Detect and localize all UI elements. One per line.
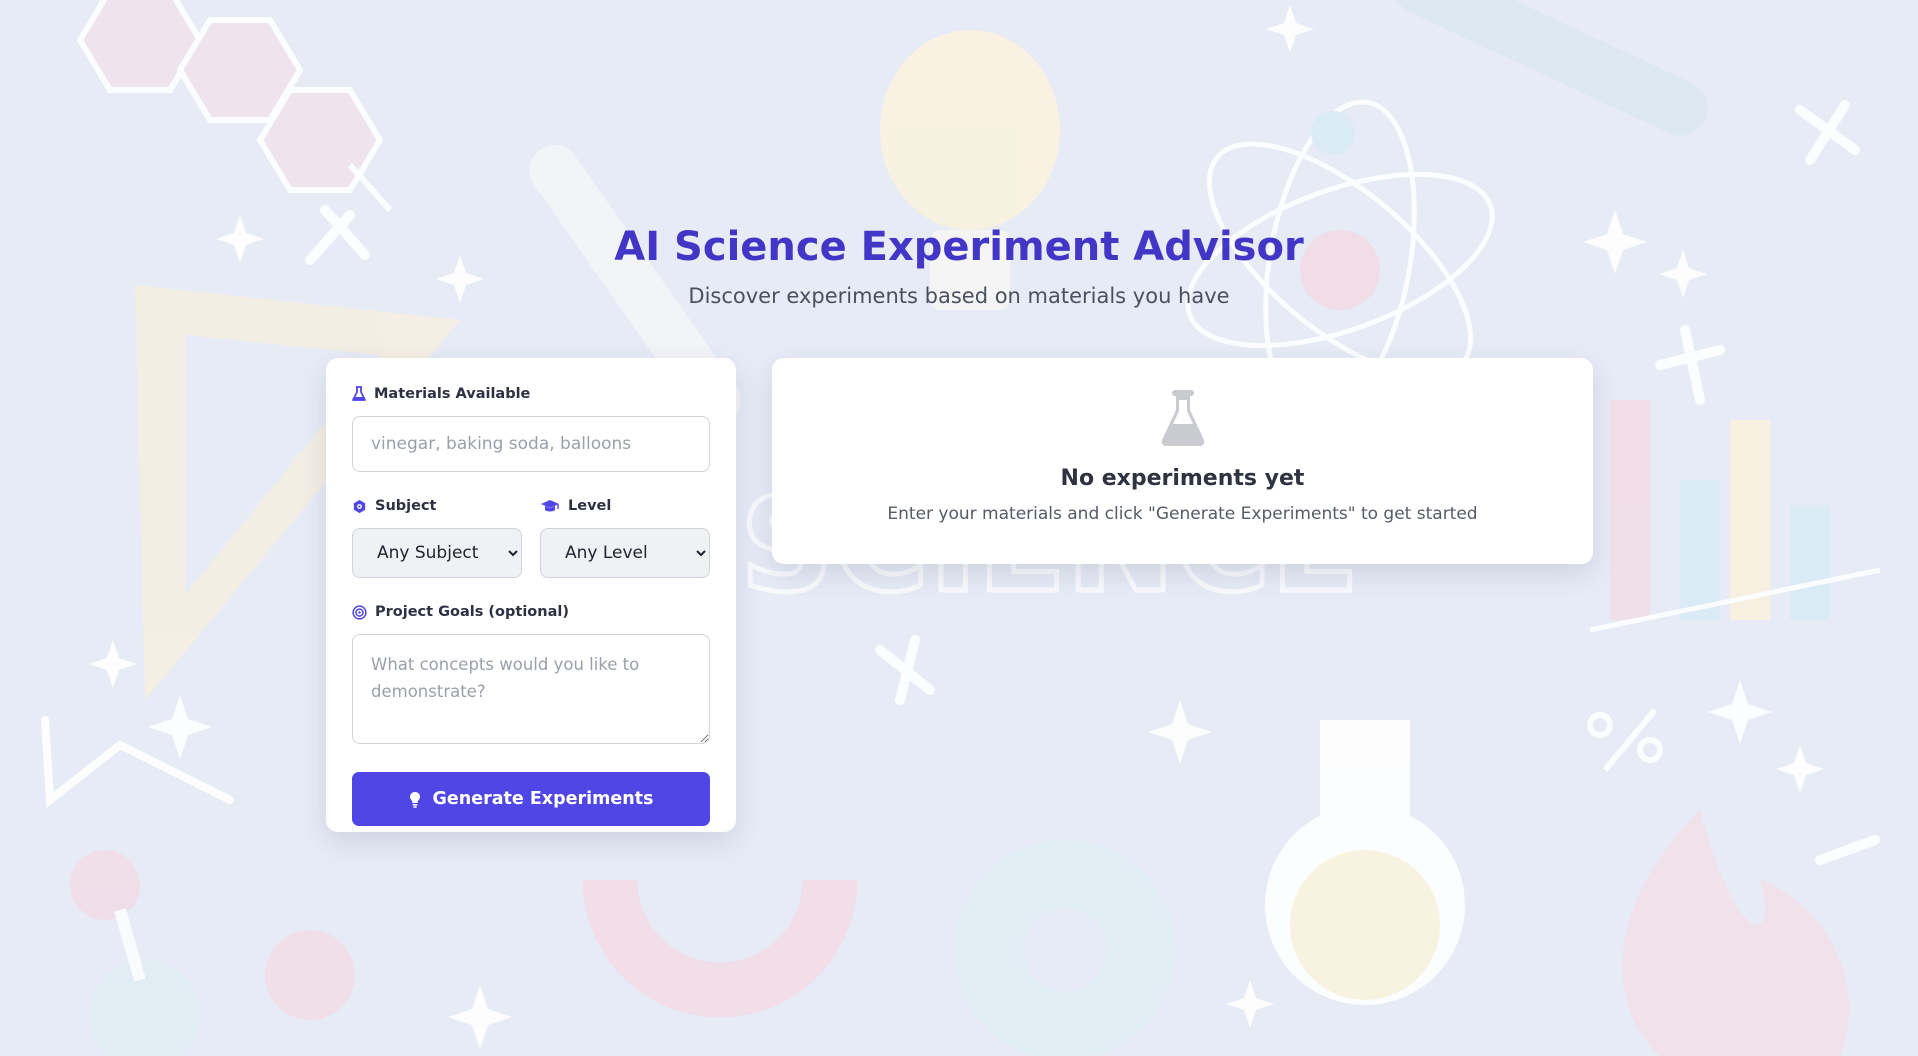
- results-panel: No experiments yet Enter your materials …: [772, 358, 1593, 564]
- flask-icon: [352, 386, 366, 401]
- empty-state-text: Enter your materials and click "Generate…: [887, 504, 1478, 524]
- empty-state-title: No experiments yet: [1060, 466, 1305, 491]
- generate-experiments-button[interactable]: Generate Experiments: [352, 772, 710, 826]
- level-select[interactable]: Any Level: [540, 528, 710, 578]
- target-icon: [352, 604, 367, 620]
- generate-button-label: Generate Experiments: [432, 789, 654, 809]
- materials-input[interactable]: [352, 416, 710, 472]
- goals-label-text: Project Goals (optional): [375, 604, 569, 620]
- materials-label: Materials Available: [352, 384, 710, 404]
- flask-icon: [1161, 390, 1205, 446]
- graduation-cap-icon: [541, 499, 559, 511]
- level-label: Level: [540, 496, 710, 516]
- lightbulb-icon: [409, 791, 420, 808]
- page-subtitle: Discover experiments based on materials …: [688, 284, 1230, 308]
- subject-select[interactable]: Any Subject: [352, 528, 522, 578]
- goals-label: Project Goals (optional): [352, 602, 710, 622]
- subject-label: Subject: [352, 496, 522, 516]
- goals-textarea[interactable]: [352, 634, 710, 744]
- atom-icon: [353, 499, 366, 513]
- page-title: AI Science Experiment Advisor: [614, 224, 1304, 270]
- level-label-text: Level: [568, 498, 612, 514]
- subject-label-text: Subject: [375, 498, 437, 514]
- materials-label-text: Materials Available: [374, 386, 531, 402]
- experiment-form-card: Materials Available Subject Any Subject: [326, 358, 736, 832]
